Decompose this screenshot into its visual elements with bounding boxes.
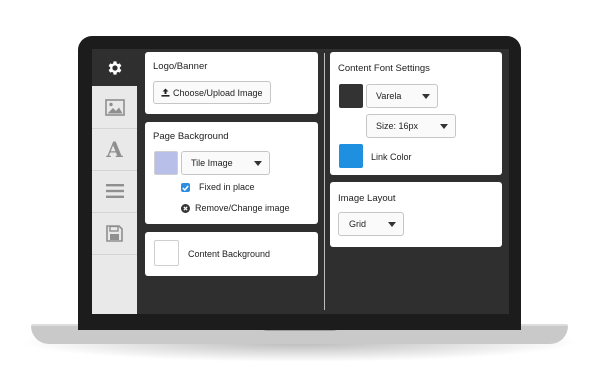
remove-change-image-link[interactable]: Remove/Change image	[195, 203, 290, 213]
chevron-down-icon	[388, 222, 396, 227]
link-color-label: Link Color	[371, 152, 412, 162]
gear-icon	[108, 60, 121, 75]
page-background-color-swatch[interactable]	[154, 151, 178, 175]
content-background-label: Content Background	[188, 249, 271, 259]
image-icon	[104, 98, 125, 116]
image-layout-card: Image Layout Grid	[330, 182, 502, 247]
fixed-in-place-checkbox[interactable]	[181, 183, 190, 192]
logo-banner-title: Logo/Banner	[153, 61, 208, 72]
page-background-card: Page Background Tile Image Fixed in plac…	[145, 122, 318, 224]
checkmark-icon	[182, 185, 189, 191]
content-font-title: Content Font Settings	[338, 63, 430, 74]
remove-icon[interactable]	[181, 204, 190, 213]
sidebar-item-layout[interactable]	[92, 170, 137, 213]
font-family-value: Varela	[376, 91, 402, 101]
image-layout-title: Image Layout	[338, 193, 396, 204]
sidebar-item-images[interactable]	[92, 86, 137, 129]
fixed-in-place-label: Fixed in place	[199, 182, 255, 192]
sidebar-item-save[interactable]	[92, 212, 137, 255]
upload-icon	[161, 88, 170, 97]
page-background-title: Page Background	[153, 131, 229, 142]
sidebar-item-fonts[interactable]: A	[92, 128, 137, 171]
link-color-swatch[interactable]	[339, 144, 363, 168]
tile-mode-value: Tile Image	[191, 158, 233, 168]
logo-banner-card: Logo/Banner Choose/Upload Image	[145, 52, 318, 114]
sidebar: A	[92, 49, 137, 314]
column-divider	[324, 53, 325, 310]
upload-image-button[interactable]: Choose/Upload Image	[153, 81, 271, 104]
content-background-color-swatch[interactable]	[154, 240, 179, 266]
content-font-card: Content Font Settings Varela Size: 16px …	[330, 52, 502, 175]
chevron-down-icon	[254, 161, 262, 166]
tile-mode-select[interactable]: Tile Image	[181, 151, 270, 175]
font-size-value: Size: 16px	[376, 121, 419, 131]
font-icon: A	[106, 136, 123, 162]
sidebar-item-settings[interactable]	[92, 49, 137, 86]
content-background-card: Content Background	[145, 232, 318, 276]
chevron-down-icon	[422, 94, 430, 99]
chevron-down-icon	[440, 124, 448, 129]
image-layout-select[interactable]: Grid	[338, 212, 404, 236]
font-family-select[interactable]: Varela	[366, 84, 438, 108]
image-layout-value: Grid	[349, 219, 367, 229]
laptop-bezel: A Logo/Banner Choose/Upload Image Page B…	[78, 36, 521, 330]
upload-image-label: Choose/Upload Image	[173, 87, 263, 98]
menu-icon	[105, 184, 124, 198]
save-icon	[106, 224, 123, 242]
app-screen: A Logo/Banner Choose/Upload Image Page B…	[92, 49, 509, 314]
font-size-select[interactable]: Size: 16px	[366, 114, 456, 138]
font-color-swatch[interactable]	[339, 84, 363, 108]
